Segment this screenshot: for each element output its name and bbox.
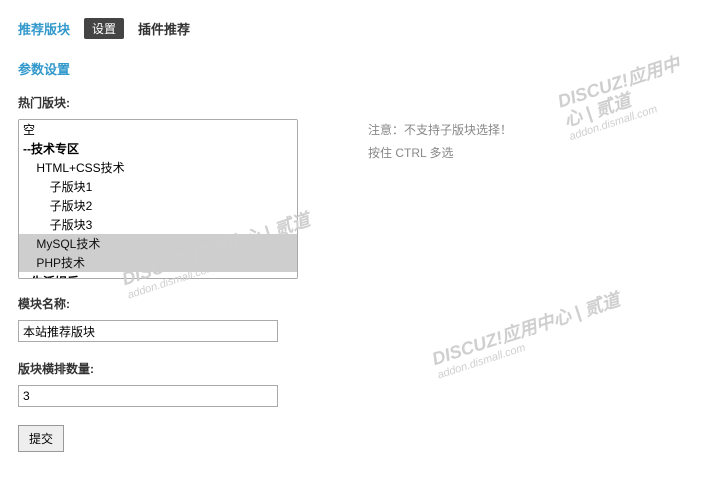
column-count-label: 版块横排数量: [18,360,694,377]
hot-forums-label: 热门版块: [18,94,694,111]
section-title: 参数设置 [18,59,694,78]
list-item[interactable]: --技术专区 [19,139,297,158]
module-name-label: 模块名称: [18,295,694,312]
tab-bar: 推荐版块 设置 插件推荐 [18,18,694,39]
list-item[interactable]: MySQL技术 [19,234,297,253]
list-item[interactable]: 子版块3 [19,215,297,234]
list-item[interactable]: --生活娱乐 [19,272,297,279]
hot-forums-listbox[interactable]: 空 --技术专区 HTML+CSS技术 子版块1 子版块2 子版块3 MySQL… [18,119,298,279]
column-count-input[interactable] [18,385,278,407]
module-name-input[interactable] [18,320,278,342]
list-item[interactable]: 子版块2 [19,196,297,215]
tab-plugin[interactable]: 插件推荐 [138,19,190,38]
list-item[interactable]: HTML+CSS技术 [19,158,297,177]
tab-recommend[interactable]: 推荐版块 [18,19,70,38]
submit-button[interactable]: 提交 [18,425,64,452]
list-item[interactable]: 子版块1 [19,177,297,196]
hint-text: 注意：不支持子版块选择！ 按住 CTRL 多选 [368,119,512,165]
tab-settings[interactable]: 设置 [84,18,124,39]
list-item[interactable]: PHP技术 [19,253,297,272]
list-item[interactable]: 空 [19,120,297,139]
